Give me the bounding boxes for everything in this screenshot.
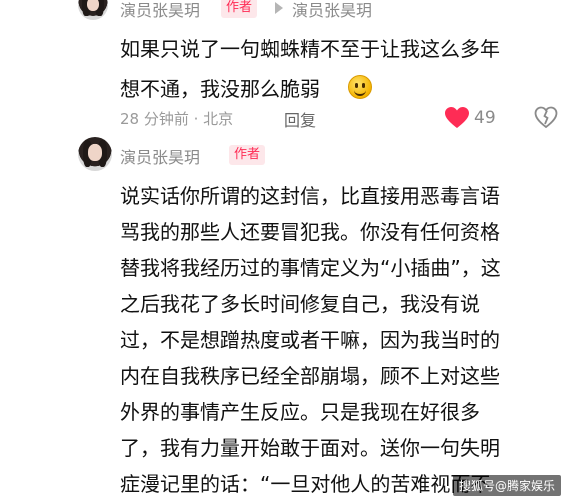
comment-text: 如果只说了一句蜘蛛精不至于让我这么多年 想不通，我没那么脆弱 [120, 33, 560, 103]
comment-line: 外界的事情产生反应。只是我现在好很多 [120, 400, 480, 424]
watermark: 搜狐号@腾家娱乐 [452, 475, 561, 496]
comment-line: 症漫记里的话：“一旦对他人的苦难视而不 [120, 472, 491, 496]
author-badge: 作者 [229, 145, 266, 165]
comment-line: 骂我的那些人还要冒犯我。你没有任何资格 [120, 220, 500, 244]
like-count: 49 [474, 108, 496, 128]
reply-arrow-icon [275, 2, 283, 14]
comment-line: 过，不是想蹭热度或者干嘛，因为我当时的 [120, 328, 500, 352]
comment-line: 了，我有力量开始敢于面对。送你一句失明 [120, 436, 500, 460]
smiley-icon [348, 75, 372, 99]
dislike-icon[interactable] [534, 106, 558, 130]
avatar[interactable] [78, 0, 108, 20]
comment-author[interactable]: 演员张昊玥 [120, 0, 200, 21]
comment-line: 如果只说了一句蜘蛛精不至于让我这么多年 [120, 37, 500, 61]
comment-author[interactable]: 演员张昊玥 [120, 144, 200, 168]
comment-line: 之后我花了多长时间修复自己，我没有说 [120, 292, 480, 316]
author-badge: 作者 [221, 0, 258, 18]
heart-icon[interactable] [444, 106, 470, 130]
comment-line: 内在自我秩序已经全部崩塌，顾不上对这些 [120, 364, 500, 388]
avatar[interactable] [78, 137, 112, 171]
comment-line: 想不通，我没那么脆弱 [120, 77, 320, 101]
comment-time: 28 分钟前 · 北京 [120, 110, 234, 128]
reply-button[interactable]: 回复 [284, 107, 316, 131]
comment-line: 说实话你所谓的这封信，比直接用恶毒言语 [120, 184, 500, 208]
comment-text: 说实话你所谓的这封信，比直接用恶毒言语 骂我的那些人还要冒犯我。你没有任何资格 … [120, 180, 565, 500]
reply-to-author[interactable]: 演员张昊玥 [292, 0, 372, 21]
comment-line: 替我将我经历过的事情定义为“小插曲”，这 [120, 256, 501, 280]
